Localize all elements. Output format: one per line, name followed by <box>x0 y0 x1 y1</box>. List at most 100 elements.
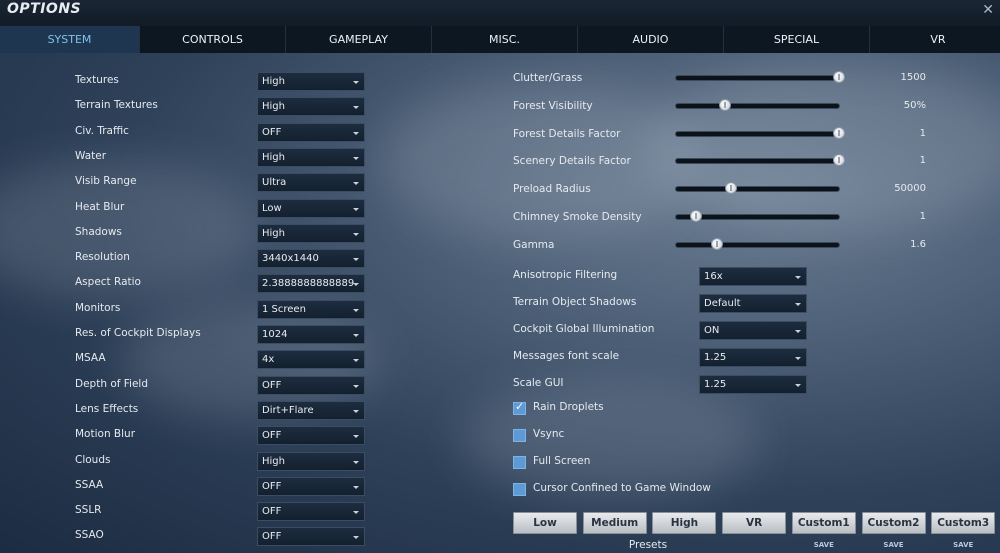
dropdown-ssao[interactable]: OFF <box>257 527 365 547</box>
slider-forest-details-factor[interactable] <box>675 126 845 139</box>
setting-label-depth-of-field: Depth of Field <box>75 377 149 390</box>
setting-label-civ-traffic: Civ. Traffic <box>75 124 129 137</box>
slider-value-forest-details-factor: 1 <box>919 127 926 139</box>
slider-scenery-details-factor[interactable] <box>675 154 845 167</box>
tab-audio[interactable]: AUDIO <box>578 26 724 53</box>
slider-handle[interactable] <box>710 237 723 250</box>
preset-custom2-button[interactable]: Custom2 <box>861 512 926 534</box>
tab-system[interactable]: SYSTEM <box>0 26 140 53</box>
dropdown-water[interactable]: High <box>257 147 365 167</box>
chevron-down-icon <box>353 258 359 262</box>
dropdown-value: 4x <box>262 354 275 366</box>
setting-label-cockpit-global-illumination: Cockpit Global Illumination <box>513 323 655 335</box>
setting-label-visib-range: Visib Range <box>75 175 137 188</box>
slider-value-forest-visibility: 50% <box>903 99 926 111</box>
tab-gameplay[interactable]: GAMEPLAY <box>286 26 432 53</box>
slider-handle[interactable] <box>689 210 702 222</box>
slider-label-clutter-grass: Clutter/Grass <box>513 72 583 84</box>
setting-label-res-of-cockpit-displays: Res. of Cockpit Displays <box>75 327 201 339</box>
slider-gamma[interactable] <box>675 237 840 250</box>
dropdown-monitors[interactable]: 1 Screen <box>257 299 365 319</box>
dropdown-value: High <box>262 101 285 113</box>
chevron-down-icon <box>353 409 359 413</box>
dropdown-value: High <box>262 76 285 87</box>
dropdown-visib-range[interactable]: Ultra <box>257 173 365 193</box>
slider-forest-visibility[interactable] <box>675 98 840 111</box>
checkbox-vsync[interactable] <box>513 429 526 442</box>
setting-label-messages-font-scale: Messages font scale <box>513 350 620 362</box>
slider-handle[interactable] <box>833 71 845 83</box>
preset-medium-button[interactable]: Medium <box>582 512 647 534</box>
slider-value-preload-radius: 50000 <box>894 183 926 195</box>
slider-handle[interactable] <box>833 126 845 139</box>
dropdown-sslr[interactable]: OFF <box>257 502 365 522</box>
dropdown-shadows[interactable]: High <box>257 223 365 243</box>
setting-label-shadows: Shadows <box>75 225 122 238</box>
dropdown-ssaa[interactable]: OFF <box>257 476 365 496</box>
tab-special[interactable]: SPECIAL <box>724 26 870 53</box>
setting-label-textures: Textures <box>75 74 119 86</box>
chevron-down-icon <box>795 330 801 333</box>
dropdown-value: OFF <box>262 430 282 442</box>
dropdown-motion-blur[interactable]: OFF <box>257 426 365 446</box>
dropdown-msaa[interactable]: 4x <box>257 350 365 370</box>
slider-label-preload-radius: Preload Radius <box>513 183 591 196</box>
dropdown-aspect-ratio[interactable]: 2.3888888888889 <box>257 274 365 294</box>
preset-custom1-button[interactable]: Custom1 <box>791 512 856 534</box>
checkbox-rain-droplets[interactable]: ✓ <box>513 400 526 415</box>
dropdown-scale-gui[interactable]: 1.25 <box>699 375 807 394</box>
slider-preload-radius[interactable] <box>675 182 840 195</box>
checkbox-full-screen[interactable] <box>513 456 526 469</box>
setting-label-terrain-textures: Terrain Textures <box>75 99 158 112</box>
dropdown-textures[interactable]: High <box>257 72 365 91</box>
dropdown-value: Ultra <box>262 177 287 189</box>
dropdown-value: 3440x1440 <box>262 253 319 265</box>
dropdown-clouds[interactable]: High <box>257 451 365 471</box>
dropdown-value: High <box>262 151 285 163</box>
presets-label: Presets <box>628 539 668 551</box>
dropdown-terrain-object-shadows[interactable]: Default <box>699 294 807 313</box>
dropdown-resolution[interactable]: 3440x1440 <box>257 249 365 269</box>
save-custom1-link[interactable]: SAVE <box>792 541 856 549</box>
close-icon[interactable]: ✕ <box>982 2 994 18</box>
dropdown-value: 1 Screen <box>262 303 306 315</box>
dropdown-cockpit-global-illumination[interactable]: ON <box>699 321 807 340</box>
dropdown-value: OFF <box>262 531 282 543</box>
preset-custom3-button[interactable]: Custom3 <box>931 512 996 534</box>
slider-clutter-grass[interactable] <box>675 71 845 83</box>
slider-label-chimney-smoke-density: Chimney Smoke Density <box>513 211 642 223</box>
dropdown-depth-of-field[interactable]: OFF <box>257 375 365 395</box>
dropdown-anisotropic-filtering[interactable]: 16x <box>699 267 807 286</box>
slider-chimney-smoke-density[interactable] <box>675 210 840 222</box>
dropdown-terrain-textures[interactable]: High <box>257 97 365 117</box>
dropdown-civ-traffic[interactable]: OFF <box>257 122 365 142</box>
chevron-down-icon <box>353 81 359 84</box>
tab-vr[interactable]: VR <box>870 26 1000 53</box>
dropdown-heat-blur[interactable]: Low <box>257 198 365 218</box>
tab-controls[interactable]: CONTROLS <box>140 26 286 53</box>
checkbox-cursor-confined-to-game-window[interactable] <box>513 483 526 496</box>
dropdown-value: OFF <box>262 506 282 518</box>
dropdown-res-of-cockpit-displays[interactable]: 1024 <box>257 325 365 344</box>
save-custom3-link[interactable]: SAVE <box>931 541 995 549</box>
chevron-down-icon <box>353 131 359 135</box>
dropdown-lens-effects[interactable]: Dirt+Flare <box>257 400 365 420</box>
chevron-down-icon <box>795 303 801 306</box>
setting-label-lens-effects: Lens Effects <box>75 402 139 415</box>
tab-misc[interactable]: MISC. <box>432 26 578 53</box>
setting-label-heat-blur: Heat Blur <box>75 200 125 213</box>
preset-vr-button[interactable]: VR <box>722 512 787 534</box>
chevron-down-icon <box>353 460 359 464</box>
checkbox-label-cursor-confined-to-game-window: Cursor Confined to Game Window <box>533 482 711 494</box>
preset-high-button[interactable]: High <box>652 512 717 534</box>
dropdown-value: Default <box>704 298 741 309</box>
save-custom2-link[interactable]: SAVE <box>862 541 926 549</box>
dropdown-value: 2.3888888888889 <box>262 278 355 290</box>
preset-low-button[interactable]: Low <box>513 512 577 534</box>
slider-value-chimney-smoke-density: 1 <box>919 211 926 222</box>
dropdown-messages-font-scale[interactable]: 1.25 <box>699 348 807 367</box>
checkmark-icon: ✓ <box>515 400 525 413</box>
slider-label-forest-visibility: Forest Visibility <box>513 99 593 112</box>
setting-label-ssao: SSAO <box>75 529 104 542</box>
slider-handle[interactable] <box>718 98 731 111</box>
